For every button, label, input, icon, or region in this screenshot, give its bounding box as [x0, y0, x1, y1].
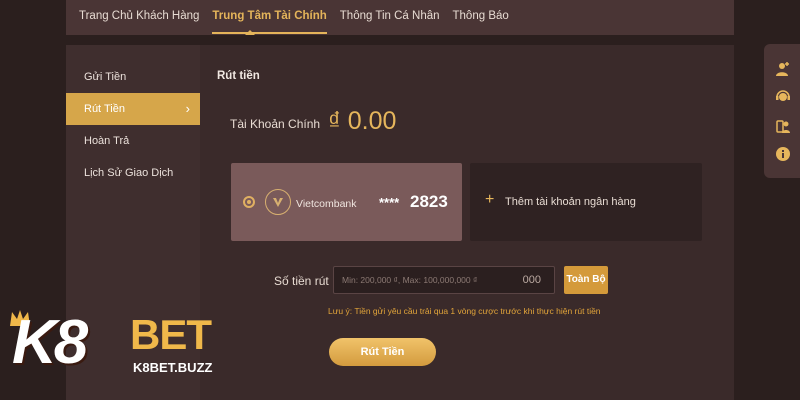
withdraw-panel: Rút tiền Tài Khoản Chính ₫ 0.00 Vietcomb…: [200, 45, 734, 400]
add-bank-account-button[interactable]: + Thêm tài khoản ngân hàng: [470, 163, 702, 241]
k8bet-logo: K8 BET K8BET.BUZZ: [8, 310, 218, 400]
withdraw-all-button[interactable]: Toàn Bộ: [564, 266, 608, 294]
top-nav: Trang Chủ Khách Hàng Trung Tâm Tài Chính…: [66, 0, 734, 35]
vietcombank-logo-icon: [265, 189, 291, 215]
bank-account-last-digits: 2823: [410, 192, 448, 211]
plus-icon: +: [485, 191, 495, 208]
sidebar-item-withdraw-label: Rút Tiền: [84, 103, 125, 115]
withdraw-amount-placeholder: Min: 200,000 ₫, Max: 100,000,000 ₫: [342, 275, 478, 285]
tab-notifications[interactable]: Thông Báo: [440, 0, 509, 35]
add-bank-account-label: Thêm tài khoản ngân hàng: [505, 196, 636, 208]
sidebar-item-deposit[interactable]: Gửi Tiền: [66, 61, 200, 93]
active-tab-underline: [212, 32, 327, 34]
main-account-balance: ₫ 0.00: [328, 107, 397, 135]
logo-k8-text: K8: [12, 308, 88, 377]
user-add-icon[interactable]: [775, 61, 791, 77]
floating-toolbar: [764, 44, 800, 178]
bank-account-card[interactable]: Vietcombank **** 2823: [231, 163, 462, 241]
tab-personal-info[interactable]: Thông Tin Cá Nhân: [327, 0, 440, 35]
withdraw-amount-input[interactable]: Min: 200,000 ₫, Max: 100,000,000 ₫ 000: [333, 266, 555, 294]
bank-select-radio[interactable]: [243, 196, 255, 208]
tab-finance-center-label: Trung Tâm Tài Chính: [212, 10, 327, 22]
chevron-right-icon: ›: [185, 101, 190, 116]
bank-account-mask: ****: [379, 195, 400, 210]
withdraw-amount-label: Số tiền rút: [274, 274, 329, 288]
user-key-icon[interactable]: [775, 118, 791, 134]
tab-customer-home[interactable]: Trang Chủ Khách Hàng: [66, 0, 199, 35]
main-account-label: Tài Khoản Chính: [230, 117, 321, 131]
withdraw-amount-suffix: 000: [522, 274, 541, 286]
sidebar-item-history[interactable]: Lịch Sử Giao Dịch: [66, 157, 200, 189]
sidebar-item-withdraw[interactable]: Rút Tiền ›: [66, 93, 200, 125]
tab-finance-center[interactable]: Trung Tâm Tài Chính: [199, 0, 327, 35]
logo-bet-text: BET: [130, 311, 212, 358]
info-icon[interactable]: [775, 146, 791, 162]
withdraw-note: Lưu ý: Tiền gửi yêu cầu trải qua 1 vòng …: [328, 306, 601, 316]
page-title: Rút tiền: [217, 70, 260, 82]
sidebar-item-rebate[interactable]: Hoàn Trả: [66, 125, 200, 157]
support-agent-icon[interactable]: [775, 89, 791, 105]
bank-name: Vietcombank: [296, 198, 357, 210]
logo-domain-text: K8BET.BUZZ: [133, 360, 213, 375]
withdraw-submit-button[interactable]: Rút Tiền: [329, 338, 436, 366]
